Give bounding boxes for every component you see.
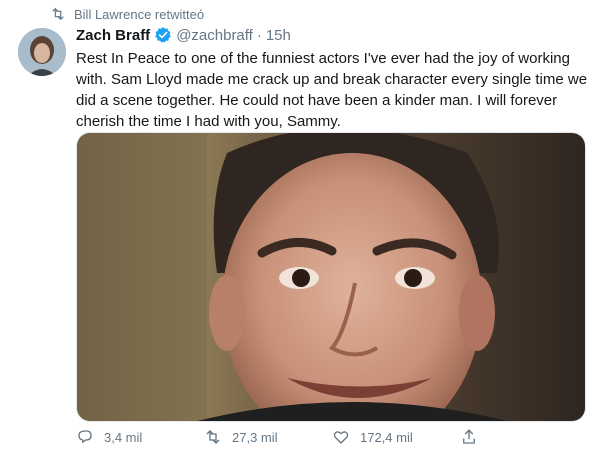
tweet-text: Rest In Peace to one of the funniest act…: [76, 50, 588, 130]
retweet-count: 27,3 mil: [232, 429, 278, 445]
author-name[interactable]: Zach Braff: [76, 27, 150, 44]
retweet-icon: [52, 7, 64, 21]
retweet-context-label[interactable]: Bill Lawrence retwitteó: [74, 7, 204, 22]
like-button[interactable]: 172,4 mil: [332, 428, 460, 446]
verified-badge-icon: [155, 27, 171, 43]
reply-button[interactable]: 3,4 mil: [76, 428, 204, 446]
heart-icon: [333, 431, 349, 444]
avatar-image: [18, 28, 66, 76]
like-count: 172,4 mil: [360, 429, 413, 445]
retweet-context: Bill Lawrence retwitteó: [50, 6, 204, 22]
tweet-actions: 3,4 mil 27,3 mil 172,4 mil: [76, 428, 506, 446]
author-handle[interactable]: @zachbraff: [176, 27, 253, 44]
timestamp[interactable]: 15h: [266, 27, 291, 44]
reply-count: 3,4 mil: [104, 429, 143, 445]
share-button[interactable]: [460, 428, 500, 446]
portrait-photo: [77, 133, 585, 421]
tweet-media-photo[interactable]: [76, 132, 586, 422]
share-icon: [463, 429, 475, 444]
reply-icon: [78, 430, 92, 443]
avatar[interactable]: [18, 28, 66, 76]
retweet-button[interactable]: 27,3 mil: [204, 428, 332, 446]
retweet-icon: [206, 430, 220, 444]
separator-dot: ·: [256, 26, 262, 44]
tweet-header: Zach Braff @zachbraff · 15h: [76, 26, 291, 44]
